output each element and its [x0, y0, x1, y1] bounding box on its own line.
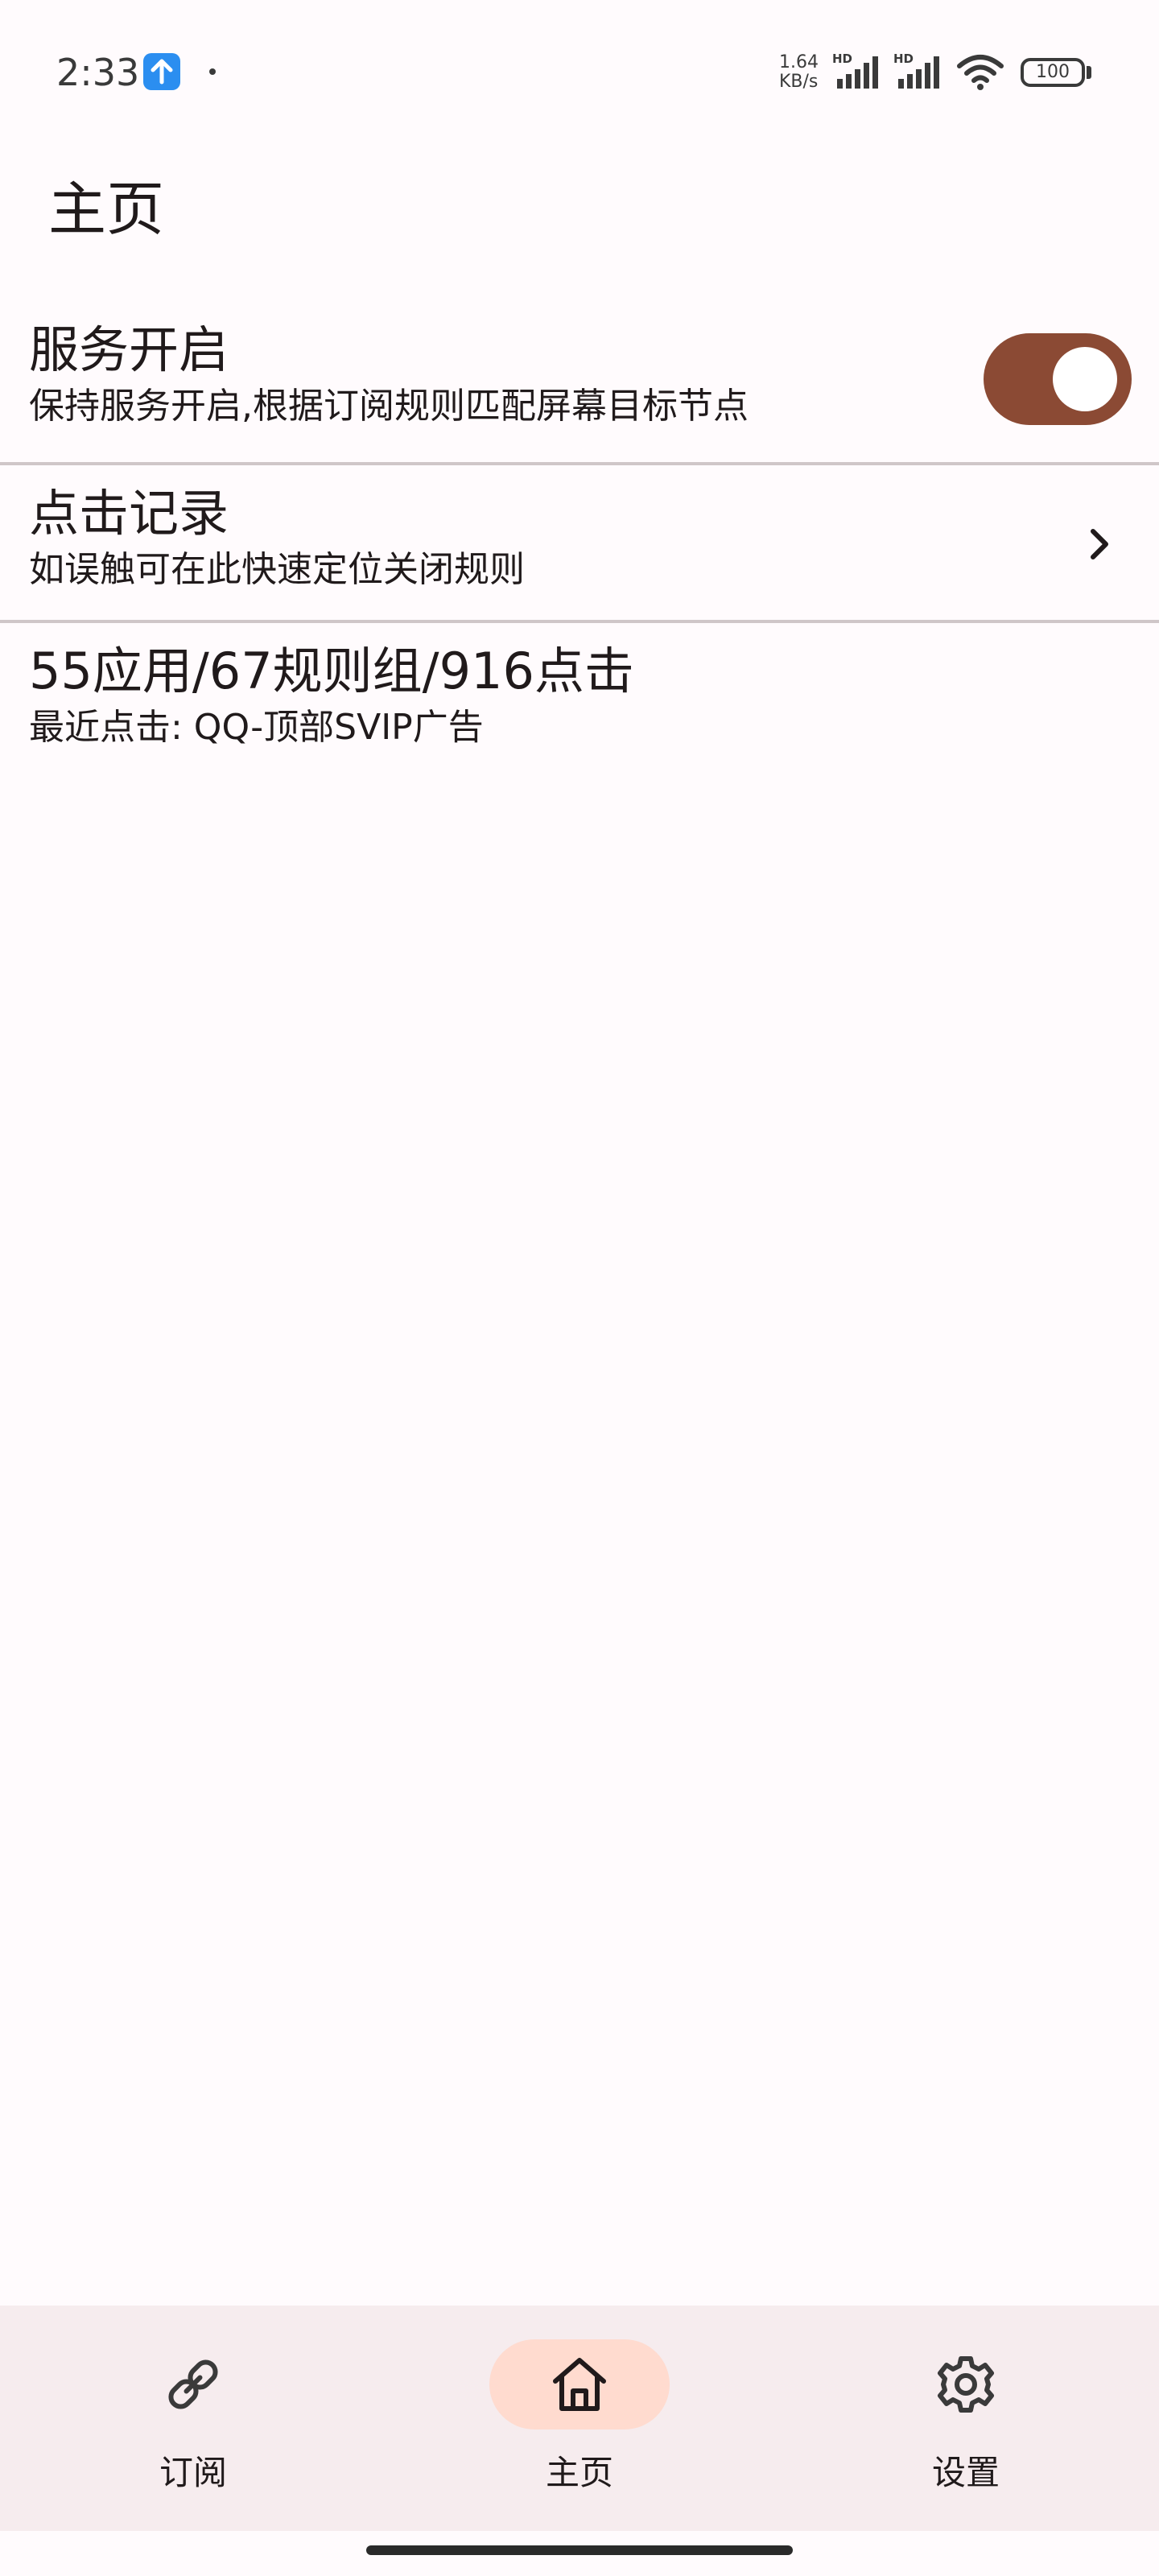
page-title: 主页	[48, 175, 165, 243]
nav-item-subscription[interactable]: 订阅	[0, 2306, 386, 2531]
divider	[0, 462, 1159, 465]
battery-tip	[1087, 66, 1091, 79]
recent-click-text: 最近点击: QQ-顶部SVIP广告	[29, 707, 484, 748]
upload-icon	[143, 53, 180, 90]
wifi-icon	[956, 52, 1004, 92]
network-speed: 1.64 KB/s	[779, 53, 827, 92]
battery-icon: 100	[1021, 58, 1085, 87]
service-toggle[interactable]	[984, 333, 1132, 425]
click-records-subtitle: 如误触可在此快速定位关闭规则	[29, 549, 525, 590]
hd-label-1: HD	[832, 52, 852, 66]
chevron-right-icon	[1077, 522, 1122, 567]
gesture-navigation-bar[interactable]	[366, 2545, 793, 2555]
nav-label-subscription: 订阅	[159, 2453, 227, 2492]
notification-dot-icon	[209, 68, 216, 75]
gear-icon	[934, 2352, 998, 2417]
signal-icon: HD	[832, 52, 885, 92]
divider	[0, 620, 1159, 623]
hd-label-2: HD	[893, 52, 914, 66]
stats-title: 55应用/67规则组/916点击	[29, 642, 634, 700]
click-records-title: 点击记录	[29, 484, 229, 543]
battery-level: 100	[1036, 62, 1070, 82]
status-time: 2:33	[56, 51, 140, 94]
app-screen: 2:33 1.64 KB/s HD HD 100 主页 服务开启 保持服务开启,…	[0, 0, 1159, 2576]
nav-item-home[interactable]: 主页	[386, 2306, 773, 2531]
status-bar: 2:33 1.64 KB/s HD HD 100	[0, 0, 1159, 145]
nav-item-settings[interactable]: 设置	[773, 2306, 1159, 2531]
network-speed-unit: KB/s	[779, 72, 819, 92]
stats-row: 55应用/67规则组/916点击 最近点击: QQ-顶部SVIP广告	[0, 639, 1159, 752]
nav-label-home: 主页	[545, 2453, 613, 2492]
signal-icon: HD	[893, 52, 947, 92]
click-records-row[interactable]: 点击记录 如误触可在此快速定位关闭规则	[0, 481, 1159, 594]
link-icon	[161, 2352, 225, 2417]
toggle-thumb	[1053, 347, 1117, 411]
nav-label-settings: 设置	[931, 2453, 1000, 2492]
bottom-navigation: 订阅 主页 设置	[0, 2306, 1159, 2531]
home-icon	[547, 2352, 612, 2417]
network-speed-value: 1.64	[779, 52, 819, 72]
